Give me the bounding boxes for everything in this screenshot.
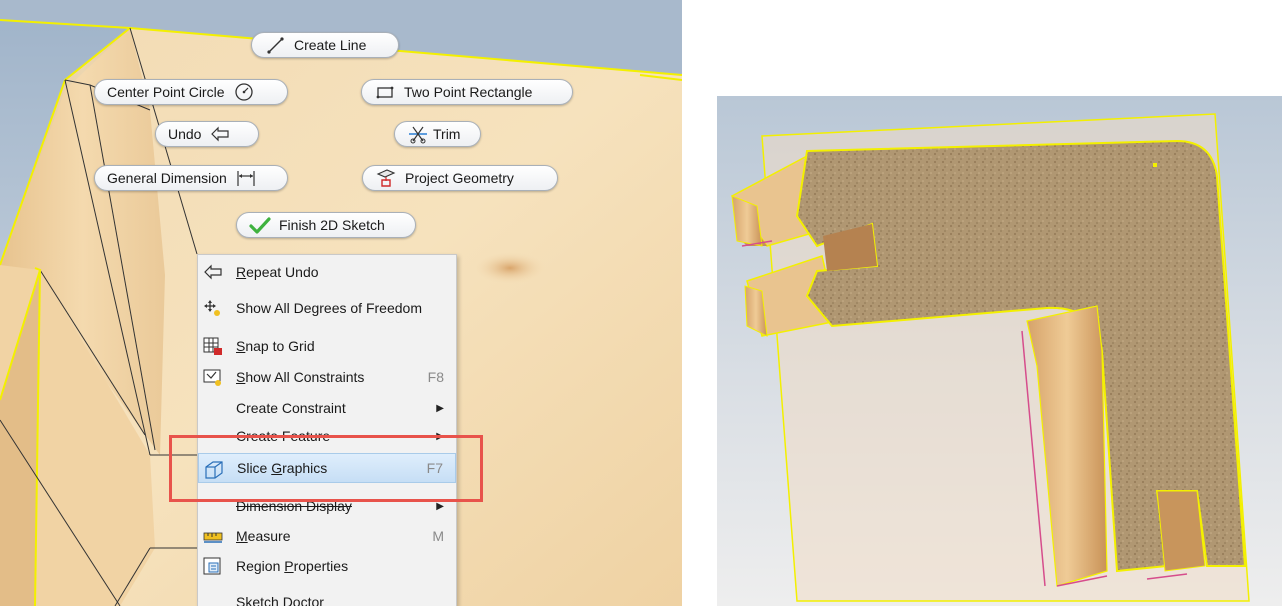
degrees-of-freedom-icon [202, 298, 224, 318]
line-icon [264, 35, 286, 55]
center-point-circle-label: Center Point Circle [107, 84, 225, 100]
constraints-icon [202, 367, 224, 387]
submenu-arrow-icon: ▶ [436, 402, 444, 414]
create-line-label: Create Line [294, 37, 367, 53]
circle-icon [233, 82, 255, 102]
region-properties-icon [202, 556, 224, 576]
trim-button[interactable]: Trim [394, 121, 481, 147]
right-viewport[interactable] [717, 96, 1282, 606]
undo-icon [209, 124, 231, 144]
two-point-rectangle-button[interactable]: Two Point Rectangle [361, 79, 573, 105]
center-point-circle-button[interactable]: Center Point Circle [94, 79, 288, 105]
menu-item-create-constraint[interactable]: Create Constraint ▶ [198, 393, 456, 423]
sliced-model-geometry [730, 113, 1250, 602]
undo-icon [202, 262, 224, 282]
trim-label: Trim [433, 126, 461, 142]
dimension-icon [235, 168, 257, 188]
project-geometry-label: Project Geometry [405, 170, 514, 186]
general-dimension-label: General Dimension [107, 170, 227, 186]
menu-item-sketch-doctor[interactable]: Sketch Doctor [198, 587, 456, 606]
context-menu: Repeat Undo Show All Degrees of Freedom … [197, 254, 457, 606]
general-dimension-button[interactable]: General Dimension [94, 165, 288, 191]
menu-item-show-all-degrees-of-freedom[interactable]: Show All Degrees of Freedom [198, 293, 456, 323]
annotation-highlight-box [169, 435, 483, 502]
shortcut-m: M [432, 528, 444, 544]
rectangle-icon [374, 82, 396, 102]
submenu-arrow-icon: ▶ [436, 500, 444, 512]
measure-icon [202, 526, 224, 546]
finish-2d-sketch-button[interactable]: Finish 2D Sketch [236, 212, 416, 238]
left-viewport[interactable]: Create Line Center Point Circle Two Poin… [0, 0, 682, 606]
trim-icon [407, 124, 429, 144]
menu-item-repeat-undo[interactable]: Repeat Undo [198, 257, 456, 287]
finish-2d-sketch-label: Finish 2D Sketch [279, 217, 385, 233]
menu-item-measure[interactable]: Measure M [198, 521, 456, 551]
snap-grid-icon [202, 336, 224, 356]
two-point-rectangle-label: Two Point Rectangle [404, 84, 533, 100]
create-line-button[interactable]: Create Line [251, 32, 399, 58]
undo-label: Undo [168, 126, 202, 142]
undo-button[interactable]: Undo [155, 121, 259, 147]
menu-item-region-properties[interactable]: Region Properties [198, 551, 456, 581]
project-geometry-icon [375, 168, 397, 188]
shortcut-f8: F8 [427, 369, 444, 385]
project-geometry-button[interactable]: Project Geometry [362, 165, 558, 191]
checkmark-icon [249, 215, 271, 235]
menu-item-show-all-constraints[interactable]: Show All Constraints F8 [198, 362, 456, 392]
menu-item-snap-to-grid[interactable]: Snap to Grid [198, 331, 456, 361]
